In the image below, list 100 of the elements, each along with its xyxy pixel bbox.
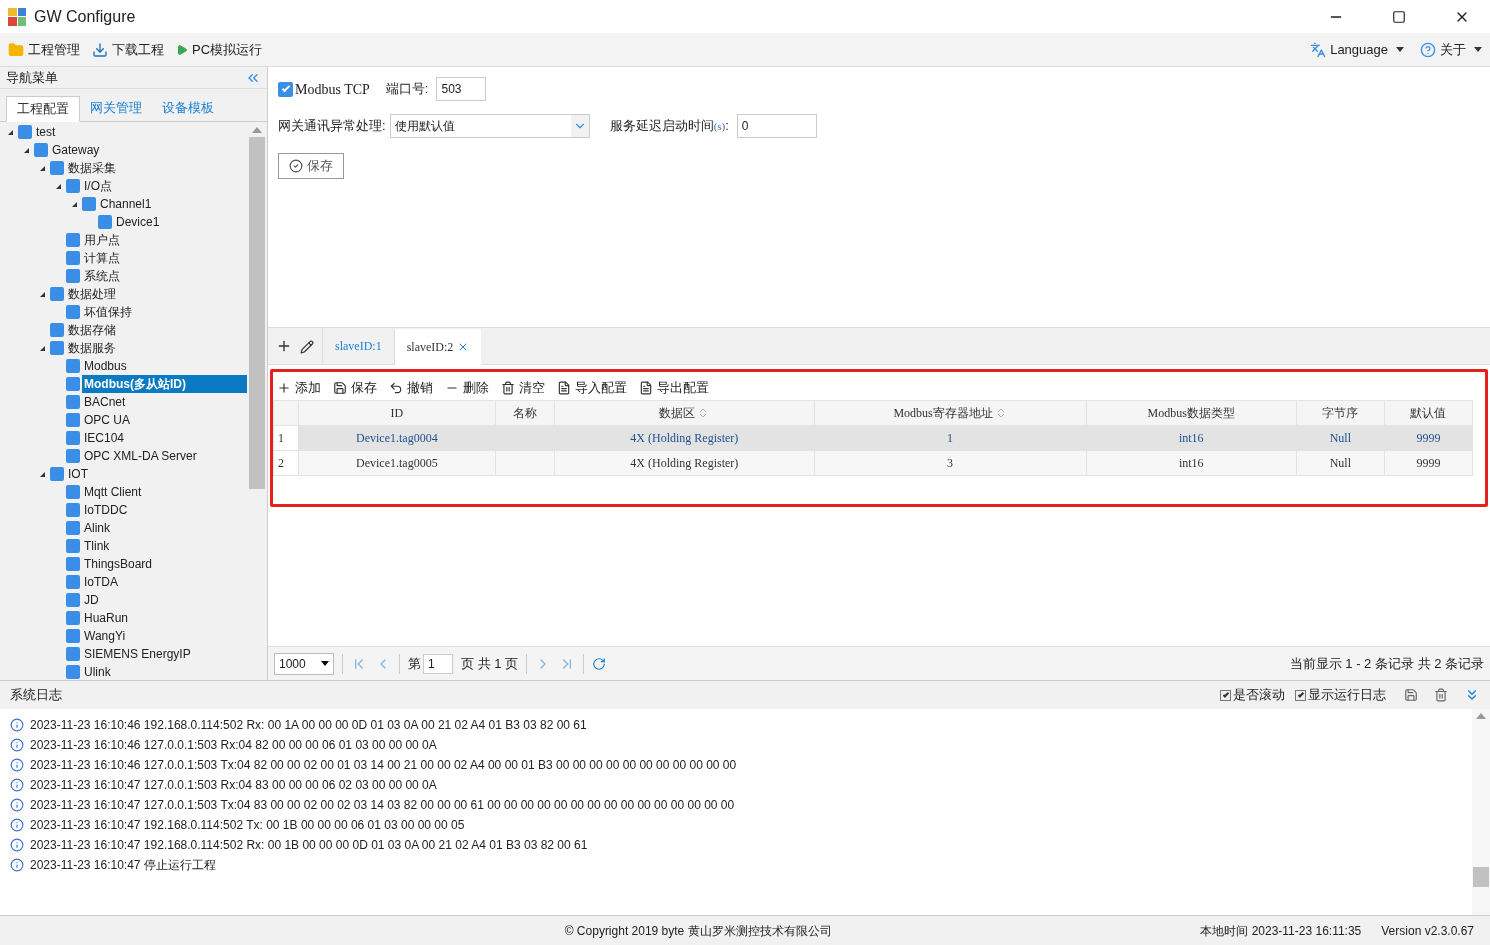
column-header[interactable]: 默认值 [1384,400,1473,426]
tree-item[interactable]: IEC104 [82,429,127,447]
checkbox[interactable] [1220,689,1231,701]
version-text: Version v2.3.0.67 [1381,922,1474,940]
folder-icon [8,41,24,58]
sidebar-tab[interactable]: 设备模板 [152,95,224,121]
column-header[interactable]: 字节序 [1296,400,1385,426]
tree-item[interactable]: 用户点 [82,231,122,249]
sidebar-tab[interactable]: 网关管理 [80,95,152,121]
node-icon [66,593,80,607]
tree-item[interactable]: JD [82,591,101,609]
expand-toggle-icon[interactable] [39,291,45,297]
grid-toolbar-button[interactable]: 清空 [501,378,545,398]
checkbox[interactable] [278,81,293,97]
port-field[interactable]: 503 [436,77,487,101]
toolbar-button[interactable]: PC模拟运行 [176,39,263,60]
expand-toggle-icon[interactable] [39,471,45,477]
log-line: 2023-11-23 16:10:47 192.168.0.114:502 Tx: 00 1B 00 00 00 06 01 03 00 00 00 05 [30,817,465,834]
expand-toggle-icon[interactable] [39,165,45,171]
table-cell: Device1.tag0004 [356,431,438,445]
tree-item[interactable]: 数据处理 [66,285,118,303]
table-row[interactable]: 1 Device1.tag0004 4X (Holding Register) 1 int16 Null 9999 [273,425,1473,451]
tree-item[interactable]: IOT [66,465,90,483]
tree-item[interactable]: Gateway [50,141,102,159]
tree-item[interactable]: I/O点 [82,177,114,195]
tree-item[interactable]: IoTDA [82,573,120,591]
tree-item[interactable]: BACnet [82,393,128,411]
scrollbar-thumb[interactable] [1473,867,1489,887]
error-handling-select[interactable]: 使用默认值 [389,114,590,138]
tree-item[interactable]: Tlink [82,537,112,555]
tree-item[interactable]: 坏值保持 [82,303,134,321]
tree-item[interactable]: Modbus [82,357,129,375]
tree-item[interactable]: Modbus(多从站ID) [82,375,247,393]
sidebar-tab[interactable]: 工程配置 [6,96,80,122]
grid-toolbar-button[interactable]: 撤销 [389,378,433,398]
toolbar-button[interactable]: 下载工程 [92,39,164,60]
checkbox-label: 是否滚动 [1233,686,1285,705]
tree-item[interactable]: 系统点 [82,267,122,285]
save-icon[interactable] [1404,688,1418,702]
tree-item[interactable]: WangYi [82,627,128,645]
grid-toolbar-button[interactable]: 删除 [445,378,489,398]
toolbar-button[interactable]: 关于 [1420,39,1482,60]
expand-toggle-icon[interactable] [39,345,45,351]
tree-item[interactable]: Mqtt Client [82,483,144,501]
column-header[interactable]: 数据区 [554,400,814,426]
tree-item[interactable]: Device1 [114,213,162,231]
column-header[interactable]: Modbus数据类型 [1086,400,1297,426]
page-field[interactable]: 1 [423,653,453,674]
delay-field[interactable]: 0 [736,114,817,138]
slave-tab[interactable]: slaveID:2 [393,329,482,365]
page-size-select[interactable]: 1000 [274,652,334,675]
tree-item[interactable]: 数据服务 [66,339,118,357]
tree-item[interactable]: IoTDDC [82,501,130,519]
grid-toolbar-button[interactable]: 导出配置 [639,378,709,398]
toolbar-button[interactable]: 工程管理 [8,39,80,60]
save-button[interactable]: 保存 [278,153,344,179]
log-scrollbar[interactable] [1472,709,1490,915]
scroll-up-icon[interactable] [1476,713,1486,719]
expand-toggle-icon[interactable] [55,183,61,189]
tree-item[interactable]: 计算点 [82,249,122,267]
column-header[interactable]: ID [298,400,496,426]
node-icon [66,629,80,643]
expand-toggle-icon[interactable] [7,129,13,135]
tree-item[interactable]: Ulink [82,663,113,680]
tree-item[interactable]: OPC XML-DA Server [82,447,199,465]
play-icon [176,43,188,56]
tree-item[interactable]: 数据采集 [66,159,118,177]
local-time: 本地时间 2023-11-23 16:11:35 [1200,922,1362,940]
tree-item[interactable]: 数据存储 [66,321,118,339]
checkbox[interactable] [1295,689,1306,701]
add-tab-icon[interactable] [276,338,292,354]
refresh-icon[interactable] [592,656,607,671]
expand-toggle-icon[interactable] [23,147,29,153]
toolbar-button[interactable]: Language [1310,39,1404,60]
column-header[interactable]: 名称 [495,400,555,426]
grid-toolbar-button[interactable]: 保存 [333,378,377,398]
table-row[interactable]: 2 Device1.tag0005 4X (Holding Register) 3 int16 Null 9999 [273,450,1473,476]
tree-item[interactable]: Alink [82,519,112,537]
tree-item[interactable]: Channel1 [98,195,154,213]
slave-tab[interactable]: slaveID:1 [322,328,394,364]
language-icon [1310,41,1327,58]
tree-item[interactable]: test [34,123,58,141]
grid-toolbar-button[interactable]: 导入配置 [557,378,627,398]
column-header[interactable]: Modbus寄存器地址 [814,400,1087,426]
node-icon [98,215,112,229]
expand-toggle-icon[interactable] [71,201,77,207]
maximize-icon[interactable] [1392,9,1406,24]
node-icon [66,557,80,571]
tree-item[interactable]: OPC UA [82,411,132,429]
tree-item[interactable]: ThingsBoard [82,555,155,573]
edit-icon[interactable] [300,340,314,354]
trash-icon[interactable] [1434,688,1448,702]
node-icon [66,485,80,499]
tree-item[interactable]: SIEMENS EnergyIP [82,645,193,663]
node-icon [66,503,80,517]
tree-item[interactable]: HuaRun [82,609,131,627]
scrollbar-thumb[interactable] [249,137,265,489]
grid-toolbar-button[interactable]: 添加 [277,378,321,398]
node-icon [66,449,80,463]
node-icon [66,269,80,283]
